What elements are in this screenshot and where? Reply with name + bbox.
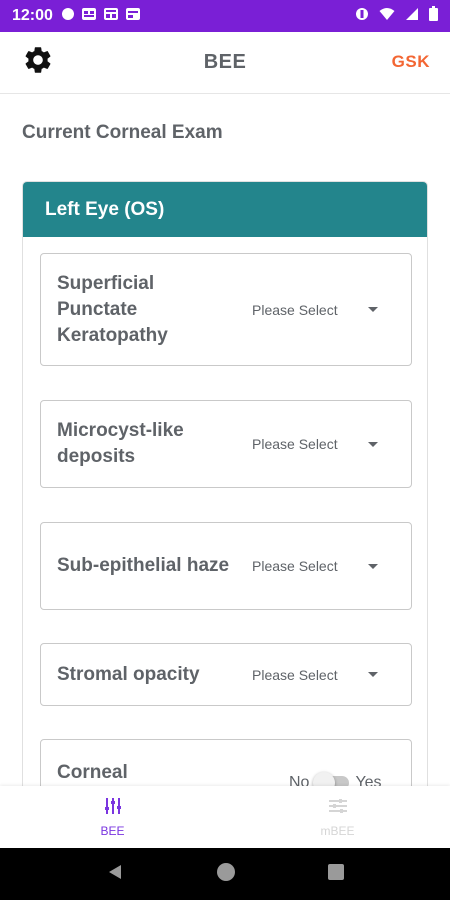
dropdown-arrow-icon [367,307,378,312]
system-navigation-bar [0,848,450,900]
image-notification-icon [125,7,141,26]
nav-item-bee[interactable]: BEE [0,786,225,848]
select-dropdown[interactable]: Please Select [252,667,378,683]
field-card-superficial-punctate-keratopathy: Superficial Punctate Keratopathy Please … [40,253,412,366]
panel-header: Left Eye (OS) [23,182,427,237]
select-dropdown[interactable]: Please Select [252,302,378,318]
field-label: Stromal opacity [57,663,200,685]
section-heading: Current Corneal Exam [22,122,223,143]
nav-item-mbee[interactable]: mBEE [225,786,450,848]
select-value: Please Select [252,301,338,318]
calendar-notification-icon [103,7,119,26]
field-label: Microcyst-like deposits [57,420,184,467]
select-value: Please Select [252,666,338,683]
dnd-icon [355,7,369,26]
recents-icon[interactable] [328,863,345,885]
signal-icon [405,7,419,26]
select-value: Please Select [252,436,338,452]
app-title: BEE [203,51,247,73]
dropdown-arrow-icon [367,563,378,569]
left-eye-panel: Left Eye (OS) Superficial Punctate Kerat… [22,181,428,821]
field-card-sub-epithelial-haze: Sub-epithelial haze Please Select [40,522,412,610]
nav-label: BEE [100,823,125,838]
bottom-navigation: BEE mBEE [0,786,450,848]
circle-notification-icon [61,7,75,26]
status-time: 12:00 [12,7,53,24]
field-label: Corneal [57,762,128,783]
select-dropdown[interactable]: Please Select [252,558,378,574]
brand-logo: GSK [391,52,430,71]
tune-icon [328,797,348,820]
field-card-microcyst-like-deposits: Microcyst-like deposits Please Select [40,400,412,488]
system-status-icons [355,6,438,26]
app-bar: BEE GSK [0,32,450,94]
dropdown-arrow-icon [367,672,378,677]
back-icon[interactable] [106,863,124,886]
battery-icon [429,6,438,26]
image-notification-icon [81,7,97,26]
select-value: Please Select [252,558,338,574]
status-bar: 12:00 [0,0,450,32]
panel-title: Left Eye (OS) [45,198,165,220]
nav-label: mBEE [320,823,355,838]
dropdown-arrow-icon [367,441,378,447]
notification-icons [61,7,141,26]
wifi-icon [379,7,395,26]
home-icon[interactable] [215,861,237,888]
field-card-stromal-opacity: Stromal opacity Please Select [40,643,412,706]
field-label: Sub-epithelial haze [57,555,230,576]
tune-icon [103,797,123,820]
select-dropdown[interactable]: Please Select [252,436,378,452]
field-label: Superficial Punctate Keratopathy [57,272,168,346]
